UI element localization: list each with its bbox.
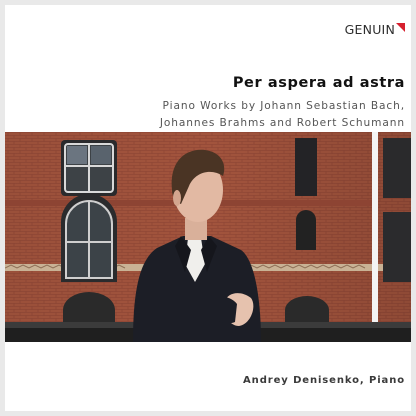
subtitle-line-1: Piano Works by Johann Sebastian Bach, [162,100,405,112]
album-cover: GENUIN Per aspera ad astra Piano Works b… [5,5,411,411]
logo-triangle-icon [396,23,405,32]
label-logo-text: GENUIN [344,22,395,37]
cover-photo [5,132,411,342]
window-upper-left [61,140,117,196]
subtitle-line-2: Johannes Brahms and Robert Schumann [159,117,405,129]
album-title: Per aspera ad astra [232,75,405,91]
label-logo: GENUIN [345,22,405,37]
album-subtitle: Piano Works by Johann Sebastian Bach, Jo… [160,98,405,132]
window-middle-left [61,194,117,282]
artist-credit: Andrey Denisenko, Piano [243,375,405,386]
